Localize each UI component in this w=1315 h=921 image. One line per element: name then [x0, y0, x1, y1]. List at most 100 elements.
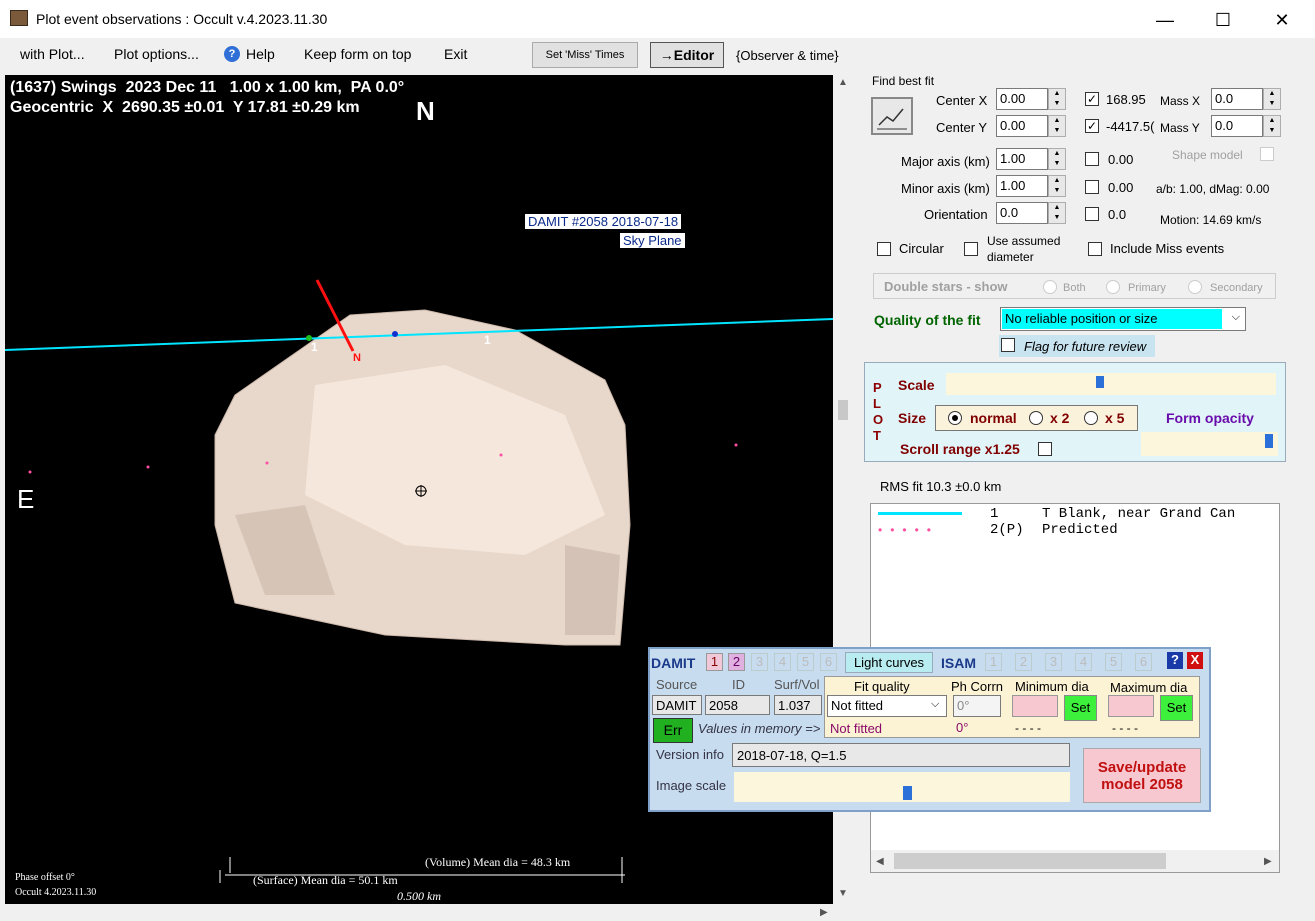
center-x-spinner[interactable]: ▲ ▼	[1048, 88, 1066, 110]
menu-help[interactable]: Help	[246, 46, 275, 62]
include-miss-checkbox[interactable]	[1088, 242, 1102, 256]
damit-tab-1[interactable]: 1	[706, 653, 723, 671]
size-normal-label: normal	[970, 410, 1017, 426]
minimize-button[interactable]: —	[1145, 6, 1185, 34]
center-y-spinner[interactable]: ▲ ▼	[1048, 115, 1066, 137]
major-axis-spinner[interactable]: ▲ ▼	[1048, 148, 1066, 170]
isam-tab-5[interactable]: 5	[1105, 653, 1122, 671]
isam-tab-1[interactable]: 1	[985, 653, 1002, 671]
list-scroll-left-arrow[interactable]: ◀	[876, 856, 884, 867]
shape-model-checkbox[interactable]	[1260, 147, 1274, 161]
form-opacity-slider-thumb[interactable]	[1265, 434, 1273, 448]
diameter-label: diameter	[987, 250, 1034, 264]
mass-x-spinner[interactable]: ▲ ▼	[1263, 88, 1281, 110]
image-scale-slider[interactable]	[734, 772, 1070, 802]
min-dia-field[interactable]	[1012, 695, 1058, 717]
plot-vscroll-thumb[interactable]	[838, 400, 848, 420]
scroll-range-checkbox[interactable]	[1038, 442, 1052, 456]
menu-with-plot[interactable]: with Plot...	[20, 46, 85, 62]
primary-radio[interactable]	[1106, 280, 1120, 294]
light-curves-button[interactable]: Light curves	[845, 652, 933, 673]
minor-axis-checkbox[interactable]	[1085, 180, 1099, 194]
fit-quality-select[interactable]: Not fitted	[827, 695, 947, 717]
isam-tab-2[interactable]: 2	[1015, 653, 1032, 671]
major-axis-input[interactable]: 1.00	[996, 148, 1048, 170]
damit-tab-4[interactable]: 4	[774, 653, 791, 671]
mass-x-input[interactable]: 0.0	[1211, 88, 1263, 110]
size-x2-radio[interactable]	[1029, 411, 1043, 425]
scale-slider-thumb[interactable]	[1096, 376, 1104, 388]
isam-tab-6[interactable]: 6	[1135, 653, 1152, 671]
center-x-input[interactable]: 0.00	[996, 88, 1048, 110]
phcorr-field[interactable]: 0°	[953, 695, 1001, 717]
fit-quality-header: Fit quality	[854, 679, 910, 694]
circular-checkbox[interactable]	[877, 242, 891, 256]
legend-text-1: T Blank, near Grand Can	[1042, 506, 1236, 522]
scroll-up-arrow[interactable]: ▲	[838, 77, 848, 88]
orientation-label: Orientation	[924, 207, 988, 222]
size-x5-radio[interactable]	[1084, 411, 1098, 425]
flag-review-checkbox[interactable]	[1001, 338, 1015, 352]
center-y-input[interactable]: 0.00	[996, 115, 1048, 137]
center-y-checkbox[interactable]: ✓	[1085, 119, 1099, 133]
mass-y-spinner[interactable]: ▲ ▼	[1263, 115, 1281, 137]
scroll-right-arrow[interactable]: ▶	[820, 907, 828, 918]
orientation-input[interactable]: 0.0	[996, 202, 1048, 224]
scale-slider[interactable]	[946, 373, 1276, 395]
damit-close-button[interactable]: X	[1187, 652, 1203, 669]
max-dia-field[interactable]	[1108, 695, 1154, 717]
list-scroll-right-arrow[interactable]: ▶	[1264, 856, 1272, 867]
min-dia-set-button[interactable]: Set	[1064, 695, 1097, 721]
err-button[interactable]: Err	[653, 718, 693, 743]
max-dia-header: Maximum dia	[1110, 680, 1188, 695]
damit-tab-5[interactable]: 5	[797, 653, 814, 671]
menu-keep-form-on-top[interactable]: Keep form on top	[304, 46, 411, 62]
scroll-range-label: Scroll range x1.25	[900, 441, 1020, 457]
set-miss-times-button[interactable]: Set 'Miss' Times	[532, 42, 638, 68]
quality-fit-label: Quality of the fit	[874, 312, 981, 328]
chord-label: 1	[484, 333, 491, 347]
isam-tab-3[interactable]: 3	[1045, 653, 1062, 671]
use-assumed-checkbox[interactable]	[964, 242, 978, 256]
find-best-fit-button[interactable]	[871, 97, 913, 135]
damit-help-button[interactable]: ?	[1167, 652, 1183, 669]
scroll-down-arrow[interactable]: ▼	[838, 888, 848, 899]
observer-time-label[interactable]: {Observer & time}	[736, 48, 839, 63]
quality-fit-select[interactable]: No reliable position or size ⌵	[1000, 307, 1246, 331]
secondary-radio[interactable]	[1188, 280, 1202, 294]
save-update-model-button[interactable]: Save/update model 2058	[1083, 748, 1201, 803]
menu-plot-options[interactable]: Plot options...	[114, 46, 199, 62]
find-best-fit-label: Find best fit	[872, 74, 935, 88]
both-radio[interactable]	[1043, 280, 1057, 294]
orientation-spinner[interactable]: ▲ ▼	[1048, 202, 1066, 224]
chord-point	[392, 331, 398, 337]
close-button[interactable]: ✕	[1262, 6, 1302, 34]
scale-bar-label: 0.500 km	[397, 889, 441, 903]
minor-axis-label: Minor axis (km)	[901, 181, 990, 196]
chevron-down-icon: ⌵	[931, 698, 940, 710]
chord-label: 1	[311, 340, 318, 354]
orientation-checkbox[interactable]	[1085, 207, 1099, 221]
minor-axis-spinner[interactable]: ▲ ▼	[1048, 175, 1066, 197]
center-x-checkbox[interactable]: ✓	[1085, 92, 1099, 106]
menu-exit[interactable]: Exit	[444, 46, 467, 62]
plot-horizontal-scrollbar[interactable]	[5, 905, 835, 921]
form-opacity-slider[interactable]	[1141, 432, 1278, 456]
help-icon[interactable]: ?	[224, 46, 240, 62]
maximize-button[interactable]: ☐	[1203, 6, 1243, 34]
image-scale-slider-thumb[interactable]	[903, 786, 912, 800]
list-hscroll-thumb[interactable]	[894, 853, 1166, 869]
minor-axis-input[interactable]: 1.00	[996, 175, 1048, 197]
damit-tab-3[interactable]: 3	[751, 653, 768, 671]
editor-button[interactable]: →Editor	[650, 42, 724, 68]
damit-tab-2[interactable]: 2	[728, 653, 745, 671]
window-title: Plot event observations : Occult v.4.202…	[36, 11, 328, 27]
max-dia-set-button[interactable]: Set	[1160, 695, 1193, 721]
predicted-dot	[499, 453, 503, 457]
damit-tab-6[interactable]: 6	[820, 653, 837, 671]
major-axis-checkbox[interactable]	[1085, 152, 1099, 166]
isam-tab-4[interactable]: 4	[1075, 653, 1092, 671]
mass-y-input[interactable]: 0.0	[1211, 115, 1263, 137]
chart-icon	[877, 108, 907, 130]
size-normal-radio[interactable]	[948, 411, 962, 425]
